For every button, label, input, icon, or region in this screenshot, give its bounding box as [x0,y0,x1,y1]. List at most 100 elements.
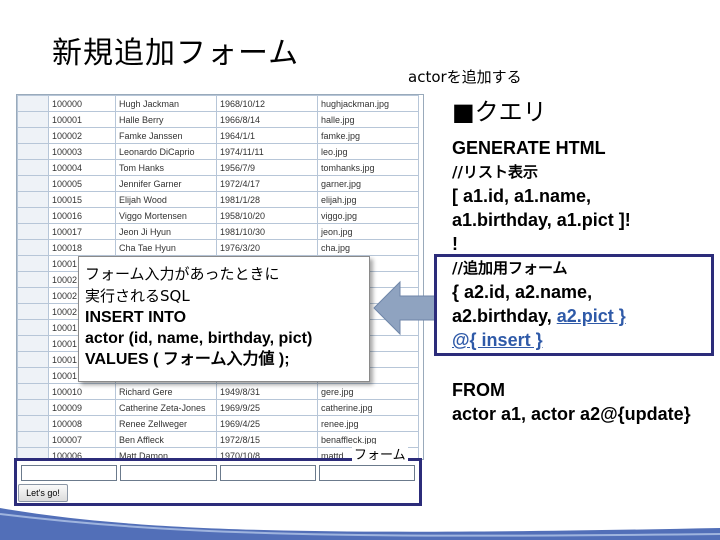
table-row: 100017 Jeon Ji Hyun 1981/10/30 jeon.jpg [17,223,419,240]
table-cell: 100009 [48,399,116,416]
table-cell [17,175,49,192]
query-line-3: [ a1.id, a1.name, [452,186,592,206]
table-cell: Halle Berry [115,111,217,128]
table-row: 100002 Famke Janssen 1964/1/1 famke.jpg [17,127,419,144]
table-cell [17,207,49,224]
table-cell: 1981/10/30 [216,223,318,240]
table-row: 100009 Catherine Zeta-Jones 1969/9/25 cathe… [17,399,419,416]
table-row: 100001 Halle Berry 1966/8/14 halle.jpg [17,111,419,128]
table-cell: 1976/3/20 [216,239,318,256]
query-from: FROM actor a1, actor a2@{update} [452,378,691,426]
table-cell: 100016 [48,207,116,224]
table-cell: famke.jpg [317,127,419,144]
table-cell: tomhanks.jpg [317,159,419,176]
table-cell: 1972/4/17 [216,175,318,192]
table-cell: Catherine Zeta-Jones [115,399,217,416]
query-from-1: FROM [452,380,505,400]
table-cell: cha.jpg [317,239,419,256]
table-cell: garner.jpg [317,175,419,192]
table-cell: 1956/7/9 [216,159,318,176]
arrow-left-icon [373,280,437,336]
slide-decoration [0,508,720,540]
table-cell: Hugh Jackman [115,95,217,112]
table-cell: renee.jpg [317,415,419,432]
table-cell: 100001 [48,111,116,128]
table-cell: 100004 [48,159,116,176]
note-line-1: フォーム入力があったときに [85,265,280,283]
table-cell: Cha Tae Hyun [115,239,217,256]
table-row: 100008 Renee Zellweger 1969/4/25 renee.jpg [17,415,419,432]
table-cell: hughjackman.jpg [317,95,419,112]
table-cell: catherine.jpg [317,399,419,416]
table-cell: 1958/10/20 [216,207,318,224]
table-cell: 1974/11/11 [216,143,318,160]
table-cell: viggo.jpg [317,207,419,224]
table-cell: leo.jpg [317,143,419,160]
table-cell: Richard Gere [115,383,217,400]
table-cell [17,335,49,352]
table-cell [17,239,49,256]
table-cell: 1949/8/31 [216,383,318,400]
birthday-input[interactable] [219,465,316,481]
table-cell [17,95,49,112]
form-inputs [21,465,415,481]
table-cell: 100000 [48,95,116,112]
query-line-5: ! [452,234,458,254]
table-cell: Famke Janssen [115,127,217,144]
caption: actorを追加する [408,68,522,86]
table-cell: 100017 [48,223,116,240]
table-row: 100005 Jennifer Garner 1972/4/17 garner.jpg [17,175,419,192]
query-from-2: actor a1, actor a2@{update} [452,404,691,424]
table-cell: Leonardo DiCaprio [115,143,217,160]
table-cell [17,271,49,288]
table-cell [17,127,49,144]
table-cell [17,351,49,368]
pict-input[interactable] [318,465,415,481]
table-cell: 100005 [48,175,116,192]
table-row: 100018 Cha Tae Hyun 1976/3/20 cha.jpg [17,239,419,256]
note-line-4: actor (id, name, birthday, pict) [85,330,313,347]
query-heading: ■クエリ [452,98,547,126]
slide-title: 新規追加フォーム [52,36,300,71]
table-cell: 1968/10/12 [216,95,318,112]
table-row: 100016 Viggo Mortensen 1958/10/20 viggo.jpg [17,207,419,224]
table-cell: Jennifer Garner [115,175,217,192]
table-cell: 1969/9/25 [216,399,318,416]
table-cell: 100015 [48,191,116,208]
table-cell: 100007 [48,431,116,448]
table-cell: 100002 [48,127,116,144]
table-cell: 1972/8/15 [216,431,318,448]
table-cell [17,287,49,304]
table-cell: gere.jpg [317,383,419,400]
note-line-3: INSERT INTO [85,309,187,326]
table-cell [17,383,49,400]
table-cell: Jeon Ji Hyun [115,223,217,240]
sql-note: フォーム入力があったときに 実行されるSQL INSERT INTO actor… [78,256,370,382]
table-cell: halle.jpg [317,111,419,128]
name-input[interactable] [120,465,217,481]
table-cell [17,223,49,240]
table-cell: 100018 [48,239,116,256]
table-cell: 1969/4/25 [216,415,318,432]
id-input[interactable] [21,465,118,481]
table-row: 100010 Richard Gere 1949/8/31 gere.jpg [17,383,419,400]
table-cell [17,111,49,128]
table-cell: 100003 [48,143,116,160]
table-cell: 1966/8/14 [216,111,318,128]
table-cell: Elijah Wood [115,191,217,208]
form-label: フォーム [352,444,408,463]
table-cell: jeon.jpg [317,223,419,240]
note-line-2: 実行されるSQL [85,287,190,305]
table-cell [17,191,49,208]
form-query-frame [434,254,714,356]
table-cell [17,415,49,432]
table-cell: Viggo Mortensen [115,207,217,224]
table-cell: 1981/1/28 [216,191,318,208]
table-row: 100015 Elijah Wood 1981/1/28 elijah.jpg [17,191,419,208]
table-cell [17,255,49,272]
table-row: 100003 Leonardo DiCaprio 1974/11/11 leo.jpg [17,143,419,160]
table-cell [17,319,49,336]
table-cell: Renee Zellweger [115,415,217,432]
table-row: 100000 Hugh Jackman 1968/10/12 hughjackman.… [17,95,419,112]
query-line-4: a1.birthday, a1.pict ]! [452,210,631,230]
